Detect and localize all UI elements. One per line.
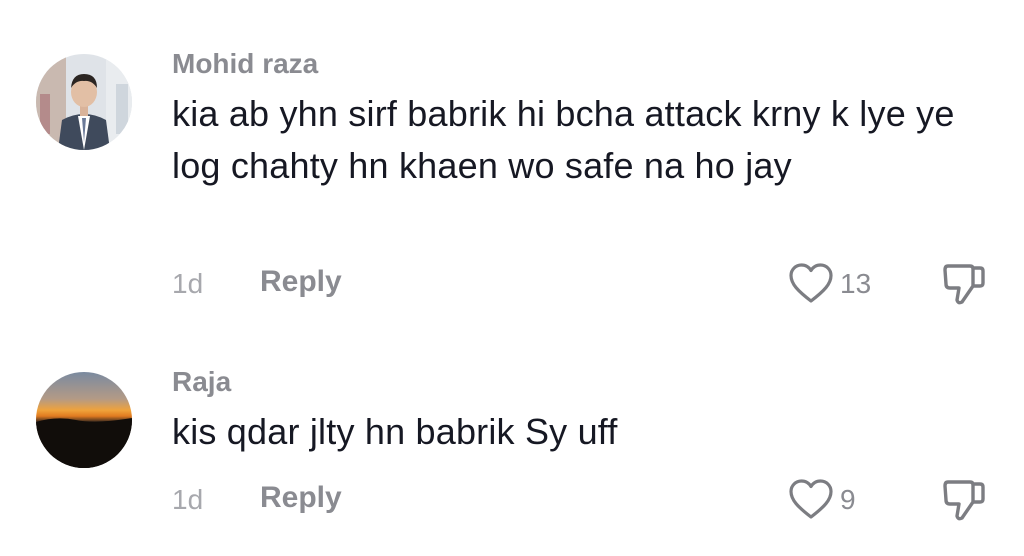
thumbs-down-icon[interactable]: [940, 476, 988, 524]
comment-username[interactable]: Raja: [172, 366, 231, 398]
comment-item: Raja kis qdar jlty hn babrik Sy uff 1d R…: [0, 330, 1024, 556]
sunset-avatar-icon: [36, 372, 132, 468]
avatar[interactable]: [36, 372, 132, 468]
child-in-suit-avatar-icon: [36, 54, 132, 150]
comment-username[interactable]: Mohid raza: [172, 48, 318, 80]
comment-timestamp: 1d: [172, 484, 204, 515]
heart-outline-icon[interactable]: [788, 262, 834, 304]
like-count: 13: [840, 268, 872, 299]
reply-button[interactable]: Reply: [260, 482, 342, 514]
comment-timestamp: 1d: [172, 268, 204, 299]
comment-text: kia ab yhn sirf babrik hi bcha attack kr…: [172, 93, 955, 186]
heart-outline-icon[interactable]: [788, 478, 834, 520]
like-count: 9: [840, 484, 856, 515]
comment-item: Mohid raza kia ab yhn sirf babrik hi bch…: [0, 0, 1024, 330]
reply-button[interactable]: Reply: [260, 266, 342, 298]
avatar[interactable]: [36, 54, 132, 150]
comment-text: kis qdar jlty hn babrik Sy uff: [172, 411, 618, 452]
thumbs-down-icon[interactable]: [940, 260, 988, 308]
